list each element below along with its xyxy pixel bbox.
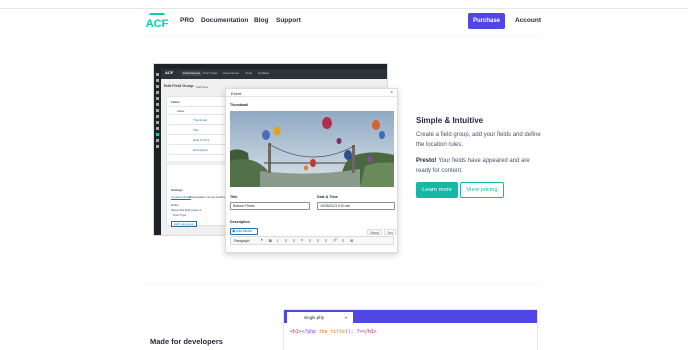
code-php: <?php <box>301 330 319 335</box>
align-center-icon[interactable]: ≡ <box>317 238 319 243</box>
nav-link-documentation[interactable]: Documentation <box>201 17 248 24</box>
code-preview: single.php ▾ <h1><?php the_title(); ?></… <box>283 309 538 350</box>
file-tab[interactable]: single.php ▾ <box>287 312 353 323</box>
fields-title: Fields <box>171 100 180 104</box>
edit-field-group-title: Edit Field Group <box>164 84 194 88</box>
add-media-button[interactable]: ▣ Add Media <box>230 228 258 235</box>
nav-link-pro[interactable]: PRO <box>180 17 194 24</box>
code-tag-open: <h1> <box>290 330 302 335</box>
italic-button[interactable]: I <box>277 238 278 243</box>
edit-field-group-subtitle: Add New <box>196 85 209 89</box>
field-row-date: Date & Time <box>193 138 210 142</box>
visual-tab[interactable]: Visual <box>367 229 382 235</box>
settings-title: Settings <box>171 188 183 192</box>
rule-line: Show this field group if <box>171 208 202 212</box>
tab-taxonomies: Taxonomies <box>223 71 240 75</box>
sidebar-icon <box>156 91 159 94</box>
nav-divider <box>145 36 540 37</box>
sidebar-icon <box>156 79 159 82</box>
date-label: Date & Time <box>317 195 338 199</box>
account-link[interactable]: Account <box>515 17 541 24</box>
field-row-thumbnail: Thumbnail <box>193 118 208 122</box>
add-media-label: Add Media <box>236 229 252 233</box>
acf-logo[interactable]: ACF <box>145 12 169 30</box>
acf-toolbar: ACF Field Groups Post Types Taxonomies T… <box>161 69 387 79</box>
media-icon: ▣ <box>232 229 236 233</box>
link-icon[interactable]: 🔗 <box>333 238 337 242</box>
numbered-list-icon[interactable]: ≡ <box>293 238 295 243</box>
tab-updates: Updates <box>258 71 270 75</box>
modal-header: Event × <box>226 89 397 97</box>
rules-label: Rules <box>171 203 179 207</box>
settings-tab-location: Location Rules <box>171 195 191 199</box>
presto-strong: Presto! <box>416 158 437 164</box>
tab-tools: Tools <box>245 71 253 75</box>
title-input[interactable]: Balloon Fiesta <box>230 202 310 210</box>
purchase-button[interactable]: Purchase <box>468 13 505 29</box>
paragraph-select[interactable]: Paragraph <box>234 239 249 243</box>
acf-toolbar-logo: ACF <box>165 70 174 75</box>
bold-button[interactable]: B <box>269 238 272 243</box>
filename: single.php <box>304 315 325 320</box>
chevron-down-icon: ▾ <box>345 315 348 320</box>
sidebar-icon <box>156 97 159 100</box>
developers-heading: Made for developers <box>150 337 223 346</box>
event-modal: Event × Thumbnail Title Balloon Fiesta D… <box>225 88 398 253</box>
bullet-list-icon[interactable]: ≡ <box>285 238 287 243</box>
field-row-description: Description <box>193 148 209 152</box>
nav-link-support[interactable]: Support <box>276 17 301 24</box>
logo-text: ACF <box>146 18 169 30</box>
view-pricing-button[interactable]: View pricing <box>460 182 504 198</box>
sidebar-icon <box>156 127 159 130</box>
align-right-icon[interactable]: ≡ <box>325 238 327 243</box>
main-nav: ACF PRO Documentation Blog Support Purch… <box>0 9 688 35</box>
text-tab[interactable]: Text <box>384 229 396 235</box>
sidebar-icon <box>156 85 159 88</box>
close-icon: × <box>390 90 393 96</box>
title-label: Title <box>230 195 238 199</box>
sidebar-icon <box>156 109 159 112</box>
feature-heading: Simple & Intuitive <box>416 116 484 125</box>
code-rest: (); ?> <box>344 330 363 335</box>
more-icon[interactable]: ≡ <box>342 238 344 243</box>
rule-value: Post Type <box>173 213 187 217</box>
code-line: <h1><?php the_title(); ?></h1> <box>290 330 377 335</box>
code-header: single.php ▾ <box>284 310 537 323</box>
feature-text-presto: Presto! Your fields have appeared and ar… <box>416 156 541 176</box>
sidebar-icon <box>156 73 159 76</box>
code-function: the_title <box>318 330 345 335</box>
sidebar-icon <box>156 121 159 124</box>
sidebar-icon-active <box>156 133 159 136</box>
balloon-photo <box>230 111 394 187</box>
feature-text: Create a field group, add your fields an… <box>416 132 541 148</box>
align-left-icon[interactable]: ≡ <box>309 238 311 243</box>
settings-tab-group: Group Settings <box>207 195 228 199</box>
description-label: Description <box>230 220 250 224</box>
settings-tab-presentation: Presentation <box>189 195 206 199</box>
thumbnail-label: Thumbnail <box>230 103 249 107</box>
editor-toolbar: Paragraph ▾ B I ≡ ≡ ❝ ≡ ≡ ≡ 🔗 ≡ ⊞ <box>230 236 394 245</box>
sidebar-icon <box>156 145 159 148</box>
tab-post-types: Post Types <box>203 71 218 75</box>
date-input[interactable]: 15/08/2023 9:00 am <box>317 202 395 210</box>
toolbar-toggle-icon[interactable]: ⊞ <box>350 238 353 243</box>
code-tag-close: </h1> <box>362 330 377 335</box>
nav-link-blog[interactable]: Blog <box>254 17 268 24</box>
wp-sidebar <box>154 69 161 235</box>
sidebar-icon <box>156 139 159 142</box>
modal-title: Event <box>231 91 242 96</box>
tab-field-groups: Field Groups <box>181 71 203 76</box>
sidebar-icon <box>156 115 159 118</box>
field-row-title: Title <box>193 128 199 132</box>
add-rule-button: Add rule group <box>171 221 197 227</box>
section-divider <box>145 284 540 285</box>
learn-more-button[interactable]: Learn more <box>416 182 458 198</box>
sidebar-icon <box>156 103 159 106</box>
blockquote-icon[interactable]: ❝ <box>301 238 303 243</box>
column-label: Label <box>177 109 185 113</box>
chevron-down-icon: ▾ <box>261 238 263 242</box>
